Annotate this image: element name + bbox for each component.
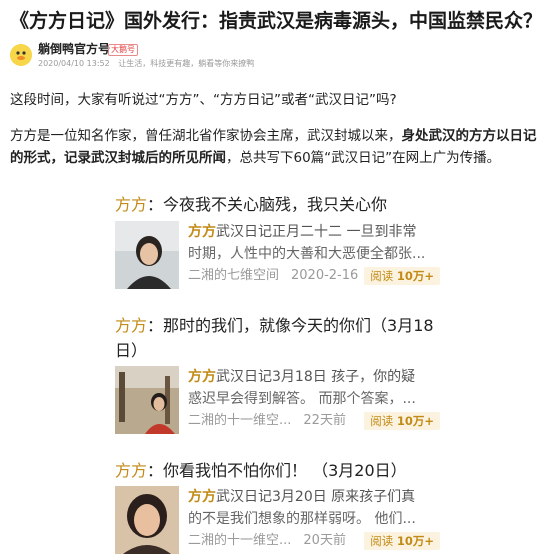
card-summary[interactable]: 方方武汉日记正月二十二 一旦到非常 时期，人性中的大善和大恶便全都张... [188,221,440,265]
card-footer: 二湘的十一维空... 22天前 阅读 10万+ [188,410,440,432]
card-summary-author: 方方 [188,369,216,385]
card-date: 20天前 [303,533,346,548]
card-source[interactable]: 二湘的十一维空... [188,410,291,432]
author-tagline: 让生活，科技更有趣，躺看等你来撩鸭 [118,59,255,68]
read-count-badge: 阅读 10万+ [364,532,440,550]
paragraph-fangfang: 方方是一位知名作家，曾任湖北省作家协会主席，武汉封城以来，身处武汉的方方以日记的… [10,125,540,169]
read-count: 10万+ [396,414,434,428]
card-summary-line1: 武汉日记3月20日 原来孩子们真 [216,489,416,505]
read-label: 阅读 [370,414,394,428]
publish-date: 2020/04/10 13:52 [38,59,110,68]
card-summary-author: 方方 [188,224,216,240]
read-label: 阅读 [370,534,394,548]
card-summary[interactable]: 方方武汉日记3月18日 孩子，你的疑 惑迟早会得到解答。 而那个答案，... [188,366,440,410]
read-count: 10万+ [396,269,434,283]
read-count-badge: 阅读 10万+ [364,267,440,285]
article-meta: 2020/04/10 13:52 让生活，科技更有趣，躺看等你来撩鸭 [38,59,260,69]
read-count: 10万+ [396,534,434,548]
author-badge: 大鹅号 [108,44,138,56]
card-date: 2020-2-16 [291,268,359,283]
card-summary-line2: 时期，人性中的大善和大恶便全都张... [188,246,426,262]
card-heading: 方方：今夜我不关心脑残，我只关心你 [115,192,435,217]
card-footer: 二湘的十一维空... 20天前 阅读 10万+ [188,530,440,552]
card-summary-line2: 惑迟早会得到解答。 而那个答案，... [188,391,416,407]
read-count-badge: 阅读 10万+ [364,412,440,430]
card-heading-text: ：那时的我们，就像今天的你们（3月18日） [115,316,434,360]
card-heading: 方方：你看我怕不怕你们！ （3月20日） [115,458,435,483]
card-heading-author: 方方 [115,461,148,480]
card-heading-text: ：你看我怕不怕你们！ （3月20日） [147,461,407,480]
card-heading-text: ：今夜我不关心脑残，我只关心你 [147,195,388,214]
card-footer: 二湘的七维空间 2020-2-16 阅读 10万+ [188,265,440,287]
card-thumbnail[interactable] [115,486,179,554]
portrait-image [115,221,179,289]
paragraph-intro: 这段时间，大家有听说过“方方”、“方方日记”或者“武汉日记”吗? [10,92,397,108]
paragraph-text-b: ，总共写下60篇“武汉日记”在网上广为传播。 [226,150,501,166]
card-summary-author: 方方 [188,489,216,505]
card-source[interactable]: 二湘的七维空间 [188,265,279,287]
card-heading-author: 方方 [115,195,148,214]
author-avatar[interactable] [10,44,32,66]
portrait-image [115,366,179,434]
duck-icon [10,44,32,66]
card-source[interactable]: 二湘的十一维空... [188,530,291,552]
portrait-image [115,486,179,554]
author-name[interactable]: 躺倒鸭官方号 [38,42,110,56]
card-summary-line1: 武汉日记正月二十二 一旦到非常 [216,224,417,240]
card-thumbnail[interactable] [115,366,179,434]
card-heading: 方方：那时的我们，就像今天的你们（3月18日） [115,313,435,363]
card-thumbnail[interactable] [115,221,179,289]
card-summary[interactable]: 方方武汉日记3月20日 原来孩子们真 的不是我们想象的那样弱呀。 他们... [188,486,440,530]
article-title: 《方方日记》国外发行：指责武汉是病毒源头，中国监禁民众？ [10,10,542,32]
card-date: 22天前 [303,413,346,428]
card-summary-line2: 的不是我们想象的那样弱呀。 他们... [188,511,416,527]
card-heading-author: 方方 [115,316,148,335]
read-label: 阅读 [370,269,394,283]
paragraph-text-a: 方方是一位知名作家，曾任湖北省作家协会主席，武汉封城以来， [10,128,402,144]
card-summary-line1: 武汉日记3月18日 孩子，你的疑 [216,369,416,385]
